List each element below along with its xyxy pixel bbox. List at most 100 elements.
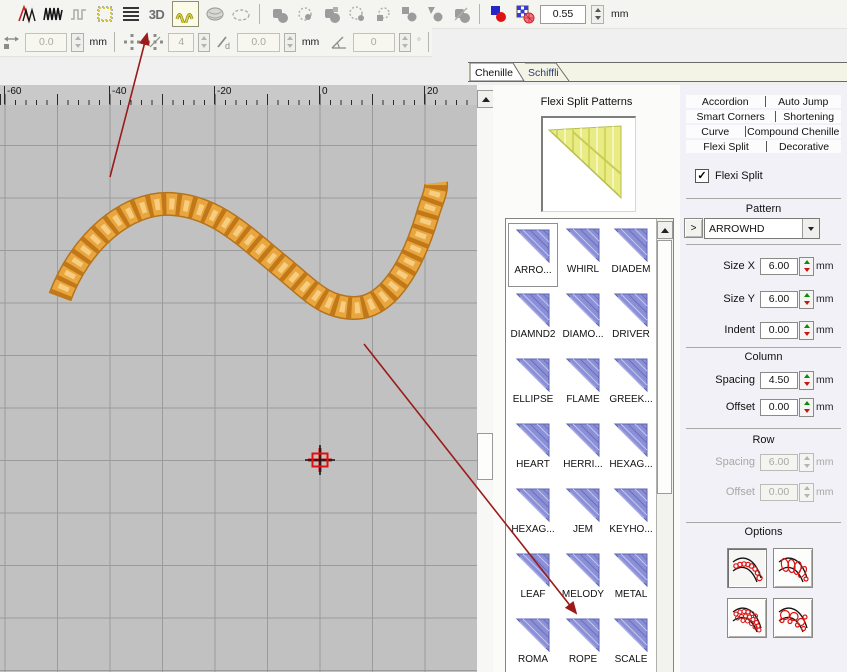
chenille-outline-icon[interactable]: [230, 3, 251, 25]
pattern-item[interactable]: MELODY: [558, 548, 608, 612]
3d-effect-icon[interactable]: 3D: [146, 3, 167, 25]
svg-text:Schiffli: Schiffli: [528, 67, 559, 79]
pattern-item[interactable]: GREEK...: [606, 353, 656, 417]
indent-unit: mm: [816, 324, 834, 336]
pattern-thumbnail-icon: [613, 486, 649, 522]
tab-smart-corners[interactable]: Smart Corners: [686, 111, 775, 123]
row-offset-input: 0.00: [760, 484, 798, 501]
satin-lines-icon[interactable]: [120, 3, 141, 25]
disabled-tool-icon-6: [398, 3, 419, 25]
canvas-vertical-scrollbar[interactable]: [477, 85, 493, 672]
spin-down-icon[interactable]: [804, 268, 810, 272]
pattern-list-scrollbar[interactable]: [656, 219, 673, 672]
stitch-width-input[interactable]: 0.55: [540, 5, 586, 24]
column-offset-unit: mm: [816, 401, 834, 413]
option-single-row-button[interactable]: [727, 548, 767, 588]
option-mixed-circles-button[interactable]: [773, 598, 813, 638]
ruler-label: -20: [214, 86, 231, 104]
tab-shortening[interactable]: Shortening: [776, 111, 841, 123]
spin-up-icon[interactable]: [804, 374, 810, 378]
tab-decorative[interactable]: Decorative: [767, 141, 841, 153]
pattern-item[interactable]: ROPE: [558, 613, 608, 672]
tab-curve[interactable]: Curve: [686, 126, 745, 138]
spin-down-icon[interactable]: [804, 301, 810, 305]
pattern-fill-icon[interactable]: [514, 3, 535, 25]
tab-auto-jump[interactable]: Auto Jump: [766, 96, 841, 108]
design-canvas[interactable]: [0, 105, 477, 672]
pattern-item[interactable]: DIAMO...: [558, 288, 608, 352]
pattern-item[interactable]: DRIVER: [606, 288, 656, 352]
scroll-up-button[interactable]: [657, 221, 673, 239]
scroll-thumb[interactable]: [477, 433, 493, 480]
pattern-item[interactable]: LEAF: [508, 548, 558, 612]
pattern-item[interactable]: DIADEM: [606, 223, 656, 287]
column-offset-input[interactable]: 0.00: [760, 399, 798, 416]
pattern-item[interactable]: FLAME: [558, 353, 608, 417]
stitch-points-icon: [122, 31, 141, 53]
pattern-item[interactable]: HEXAG...: [606, 418, 656, 482]
pattern-dropdown[interactable]: ARROWHD: [704, 218, 820, 239]
pattern-item[interactable]: ROMA: [508, 613, 558, 672]
dropdown-button[interactable]: [802, 219, 819, 238]
zigzag-stitch-icon[interactable]: [42, 3, 63, 25]
pattern-item[interactable]: HERRI...: [558, 418, 608, 482]
tab-compound-chenille[interactable]: Compound Chenille: [746, 126, 841, 138]
pattern-fill-glyph: [515, 4, 535, 24]
spin-down-icon[interactable]: [804, 409, 810, 413]
pattern-item-selected[interactable]: ARRO...: [508, 223, 558, 287]
pattern-item[interactable]: DIAMND2: [508, 288, 558, 352]
chenille-fill-icon[interactable]: [204, 3, 225, 25]
pattern-list[interactable]: ARRO... WHIRL DIADEM DIAMND2: [505, 218, 674, 672]
size-x-spinner[interactable]: [799, 257, 814, 276]
column-spacing-spinner[interactable]: [799, 371, 814, 390]
size-y-input[interactable]: 6.00: [760, 291, 798, 308]
row-offset-row: Offset 0.00 mm: [680, 483, 847, 501]
tab-flexi-split[interactable]: Flexi Split: [686, 141, 766, 153]
pattern-item-label: WHIRL: [567, 264, 599, 275]
indent-input[interactable]: 0.00: [760, 322, 798, 339]
pattern-item[interactable]: SCALE: [606, 613, 656, 672]
pattern-thumbnail-icon: [613, 551, 649, 587]
option-large-ellipses-button[interactable]: [773, 548, 813, 588]
tab-accordion[interactable]: Accordion: [686, 96, 765, 108]
pattern-item[interactable]: JEM: [558, 483, 608, 547]
spin-up-icon[interactable]: [804, 324, 810, 328]
size-y-spinner[interactable]: [799, 290, 814, 309]
stitch-length-icon: d: [214, 31, 233, 53]
indent-spinner[interactable]: [799, 321, 814, 340]
pattern-item[interactable]: HEXAG...: [508, 483, 558, 547]
pattern-item[interactable]: METAL: [606, 548, 656, 612]
option-dense-circles-button[interactable]: [727, 598, 767, 638]
spin-up-icon[interactable]: [804, 260, 810, 264]
stitch-width-spinner[interactable]: [591, 5, 604, 24]
flexi-split-fill-icon[interactable]: [172, 1, 199, 27]
size-x-input[interactable]: 6.00: [760, 258, 798, 275]
column-spacing-input[interactable]: 4.50: [760, 372, 798, 389]
zigzag-stitch-glyph: [43, 4, 63, 24]
pattern-item[interactable]: HEART: [508, 418, 558, 482]
pattern-item[interactable]: ELLIPSE: [508, 353, 558, 417]
spin-up-icon[interactable]: [595, 8, 601, 12]
disabled-tool-icon-2: [294, 3, 315, 25]
object-color-icon[interactable]: [488, 3, 509, 25]
applique-zigzag-icon[interactable]: [16, 3, 37, 25]
spin-down-icon[interactable]: [804, 332, 810, 336]
spin-down-icon[interactable]: [804, 382, 810, 386]
pattern-thumbnail-icon: [565, 486, 601, 522]
scroll-up-button[interactable]: [477, 90, 494, 108]
pattern-item[interactable]: KEYHO...: [606, 483, 656, 547]
pattern-expand-button[interactable]: >: [684, 218, 703, 238]
scroll-thumb[interactable]: [657, 240, 672, 494]
meander-stitch-icon[interactable]: [68, 3, 89, 25]
spin-up-icon[interactable]: [804, 293, 810, 297]
pull-compensation-icon: [2, 31, 21, 53]
spin-down-icon[interactable]: [595, 16, 601, 20]
spin-up-icon[interactable]: [804, 401, 810, 405]
column-offset-spinner[interactable]: [799, 398, 814, 417]
pattern-item-label: DIADEM: [612, 264, 651, 275]
flexi-split-checkbox[interactable]: ✓: [695, 169, 709, 183]
pattern-item-label: ROMA: [518, 654, 548, 665]
pattern-item[interactable]: WHIRL: [558, 223, 608, 287]
rope-stitch-object[interactable]: [0, 105, 477, 672]
motif-outline-icon[interactable]: [94, 3, 115, 25]
